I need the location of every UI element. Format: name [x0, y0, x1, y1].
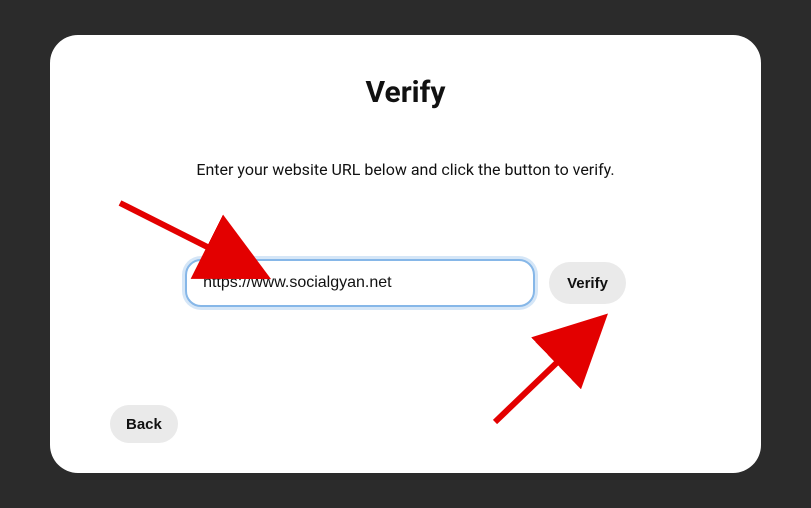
website-url-input[interactable] — [185, 259, 535, 307]
verify-modal: Verify Enter your website URL below and … — [50, 35, 761, 473]
url-verify-row: Verify — [110, 259, 701, 307]
verify-button[interactable]: Verify — [549, 262, 626, 304]
instruction-text: Enter your website URL below and click t… — [110, 160, 701, 179]
modal-title: Verify — [110, 75, 701, 110]
back-button[interactable]: Back — [110, 405, 178, 443]
